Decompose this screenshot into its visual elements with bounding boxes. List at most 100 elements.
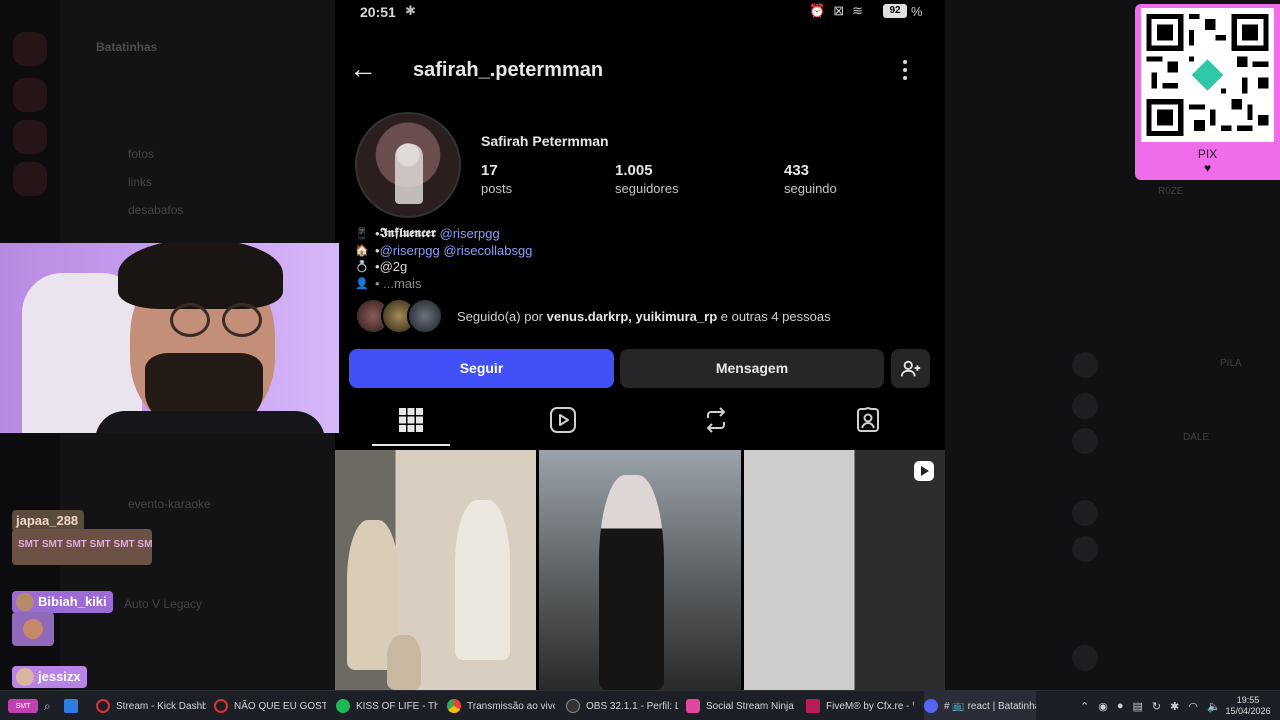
bluetooth-icon: ✱ (405, 3, 416, 18)
member-avatar[interactable] (1072, 536, 1098, 562)
monitor-icon (64, 699, 78, 713)
member-avatar[interactable] (1072, 645, 1098, 671)
reels-icon (550, 407, 576, 433)
channel-item[interactable]: Auto V Legacy (124, 597, 202, 611)
search-icon[interactable]: ⌕ (44, 699, 51, 714)
chat-username: Bibiah_kiki (38, 594, 107, 609)
member-avatar[interactable] (1072, 393, 1098, 419)
tab-reposts[interactable] (640, 394, 792, 446)
start-button[interactable]: SMT ⌕ (8, 691, 58, 720)
tab-reels[interactable] (487, 394, 639, 446)
following-label: seguindo (784, 181, 837, 196)
member-name[interactable]: R0ZE (1158, 186, 1184, 197)
clock-date: 15/04/2026 (1225, 706, 1271, 716)
taskbar-desktop[interactable] (64, 691, 90, 720)
grid-icon (399, 408, 423, 432)
follower-avatar (407, 298, 443, 334)
tagged-person-icon (857, 406, 879, 432)
status-time: 20:51 (360, 4, 396, 20)
tab-tagged[interactable] (792, 394, 944, 446)
taskbar-window[interactable]: Stream - Kick Dashboar (96, 691, 206, 720)
taskbar-window-title: NÃO QUE EU GOSTI (234, 700, 326, 712)
clock-time: 19:55 (1236, 695, 1260, 705)
posts-label: posts (481, 181, 513, 196)
glasses-icon (170, 303, 266, 337)
taskbar-window[interactable]: Social Stream Ninja - De (686, 691, 796, 720)
profile-username: safirah_.petermman (413, 59, 604, 81)
member-avatar[interactable] (1072, 352, 1098, 378)
taskbar-window[interactable]: NÃO QUE EU GOSTI (214, 691, 326, 720)
wifi-icon: ≋ (852, 3, 871, 18)
suggest-user-button[interactable] (891, 349, 930, 388)
taskbar-window-title: KISS OF LIFE - Think T (356, 700, 438, 712)
taskbar-window-title: Transmissão ao vivo - Y (467, 700, 555, 712)
battery-icon: 92 (883, 4, 907, 18)
message-button[interactable]: Mensagem (620, 349, 884, 388)
wifi-tray-icon[interactable]: ◠ (1188, 700, 1198, 713)
chat-username: jessizx (38, 669, 81, 684)
network-tray-icon[interactable]: ▤ (1132, 700, 1142, 713)
server-icon[interactable] (13, 162, 47, 196)
channel-item[interactable]: fotos (128, 147, 154, 161)
member-name[interactable]: DALE (1183, 432, 1209, 443)
bio-line: 💍 • @2g (355, 259, 532, 276)
post-figure (387, 635, 421, 690)
windows-taskbar: SMT ⌕ Stream - Kick Dashboar NÃO QUE EU … (0, 690, 1280, 720)
taskbar-window-title: # 📺 react | Batatinhas (944, 700, 1036, 712)
taskbar-window-title: Stream - Kick Dashboar (116, 700, 206, 712)
followers-label: seguidores (615, 181, 679, 196)
followers-count: 1.005 (615, 162, 653, 179)
spotify-icon (336, 699, 350, 713)
server-icon[interactable] (13, 32, 47, 66)
guild-name[interactable]: Batatinhas (96, 40, 157, 54)
taskbar-window[interactable]: KISS OF LIFE - Think T (336, 691, 438, 720)
tab-grid[interactable] (335, 394, 487, 446)
channel-item[interactable]: desabafos (128, 203, 183, 217)
taskbar-window[interactable]: Transmissão ao vivo - Y (447, 691, 555, 720)
taskbar-window[interactable]: OBS 32.1.1 - Perfil: LIVES (566, 691, 678, 720)
chevron-up-icon[interactable]: ⌃ (1080, 700, 1089, 713)
member-avatar[interactable] (1072, 428, 1098, 454)
house-emoji-icon: 🏠 (355, 244, 369, 257)
post-thumbnail[interactable] (335, 450, 537, 690)
post-thumbnail[interactable] (743, 450, 945, 690)
bio-more-link[interactable]: mais (394, 276, 421, 293)
add-person-icon (900, 360, 920, 377)
profile-avatar[interactable] (355, 112, 461, 218)
posts-grid (335, 450, 945, 690)
followed-by[interactable]: Seguido(a) por venus.darkrp, yuikimura_r… (355, 297, 831, 335)
member-avatar[interactable] (1072, 500, 1098, 526)
stat-posts[interactable]: 17 posts (481, 162, 512, 196)
taskbar-window[interactable]: FiveM® by Cfx.re - 💚 I (806, 691, 914, 720)
more-options-icon[interactable] (895, 56, 915, 86)
volume-tray-icon[interactable]: 🔈 (1207, 700, 1221, 713)
follow-button[interactable]: Seguir (349, 349, 614, 388)
stat-followers[interactable]: 1.005 seguidores (615, 162, 679, 196)
channel-item[interactable]: links (128, 175, 152, 189)
stat-following[interactable]: 433 seguindo (784, 162, 837, 196)
bio-mention[interactable]: @riserpgg (440, 226, 500, 243)
status-bar: 20:51 ✱ ⏰⊠≋ 92 % (335, 0, 945, 24)
bio-line: 👤 • ... mais (355, 276, 532, 293)
chat-user-badge: Bibiah_kiki (12, 591, 113, 613)
battery-percent: % (911, 4, 923, 19)
discord-tray-icon[interactable]: ◉ (1098, 700, 1108, 713)
server-icon[interactable] (13, 78, 47, 112)
back-arrow-icon[interactable]: ← (349, 55, 379, 86)
person-emoji-icon: 👤 (355, 277, 369, 290)
chat-emote-message: SMT SMT SMT SMT SMT SMT (12, 529, 152, 565)
opera-icon (214, 699, 228, 713)
steam-tray-icon[interactable]: ● (1117, 700, 1124, 712)
bio-line: 🏠 • @riserpgg @risecollabsgg (355, 243, 532, 260)
post-thumbnail[interactable] (539, 450, 741, 690)
taskbar-clock[interactable]: 19:55 15/04/2026 (1224, 695, 1272, 717)
bio-mention[interactable]: @riserpgg @risecollabsgg (380, 243, 533, 260)
qr-code-icon (1141, 8, 1274, 142)
social-stream-icon (686, 699, 700, 713)
bluetooth-tray-icon[interactable]: ✱ (1170, 700, 1179, 713)
channel-item[interactable]: evento-karaoke (128, 497, 211, 511)
member-name[interactable]: PILA (1220, 358, 1242, 369)
taskbar-window-active[interactable]: # 📺 react | Batatinhas (924, 691, 1036, 720)
update-tray-icon[interactable]: ↻ (1152, 700, 1161, 713)
server-icon[interactable] (13, 120, 47, 154)
